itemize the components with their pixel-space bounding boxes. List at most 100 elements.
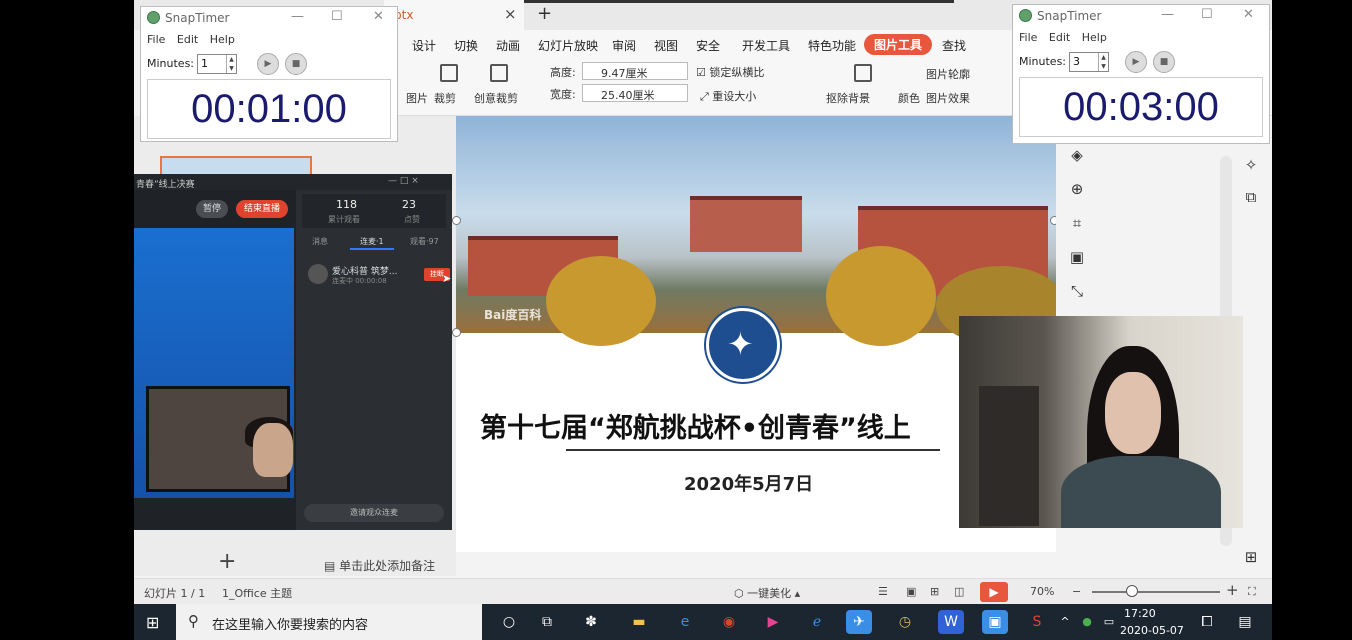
- beautify-button[interactable]: ⬡ 一键美化 ▴: [734, 585, 800, 601]
- sorter-view-icon[interactable]: ⊞: [930, 585, 939, 598]
- windows-start-icon[interactable]: ⊞: [146, 613, 159, 632]
- pause-button[interactable]: 暂停: [196, 200, 228, 218]
- live-window-controls[interactable]: — □ ×: [388, 176, 419, 186]
- color-button[interactable]: 颜色: [898, 90, 920, 106]
- menu-edit[interactable]: Edit: [177, 33, 198, 46]
- netease-music-icon[interactable]: ◉: [716, 610, 742, 634]
- slide-date[interactable]: 2020年5月7日: [684, 470, 813, 496]
- menu-features[interactable]: 特色功能: [808, 37, 856, 54]
- minutes-input[interactable]: 3 ▲ ▼: [1069, 52, 1109, 72]
- app-icon[interactable]: ✽: [578, 610, 604, 634]
- maximize-icon[interactable]: ☐: [331, 9, 343, 24]
- menu-animation[interactable]: 动画: [496, 37, 520, 54]
- reading-view-icon[interactable]: ◫: [954, 585, 964, 598]
- list-view-icon[interactable]: ☰: [878, 585, 888, 598]
- close-icon[interactable]: ✕: [373, 9, 384, 24]
- sogou-ime-icon[interactable]: S: [1024, 610, 1050, 634]
- end-live-button[interactable]: 结束直播: [236, 200, 288, 218]
- minutes-input[interactable]: 1 ▲ ▼: [197, 54, 237, 74]
- zoom-level[interactable]: 70%: [1030, 585, 1054, 598]
- lock-ratio-checkbox[interactable]: ☑ 锁定纵横比: [696, 64, 764, 80]
- new-tab-button[interactable]: +: [537, 3, 552, 24]
- invite-button[interactable]: 邀请观众连麦: [304, 504, 444, 522]
- resize-handle[interactable]: [452, 328, 461, 337]
- start-button[interactable]: ▶: [257, 53, 279, 75]
- menu-transition[interactable]: 切换: [454, 37, 478, 54]
- fit-window-icon[interactable]: ⛶: [1248, 585, 1256, 599]
- maximize-icon[interactable]: ☐: [1201, 7, 1213, 22]
- add-slide-button[interactable]: +: [218, 549, 236, 574]
- zoom-in-button[interactable]: +: [1226, 581, 1239, 599]
- stop-button[interactable]: ■: [285, 53, 307, 75]
- live-app-icon[interactable]: ▣: [982, 610, 1008, 634]
- menu-file[interactable]: File: [1019, 31, 1037, 44]
- start-button[interactable]: ▶: [1125, 51, 1147, 73]
- notes-area[interactable]: ▤ 单击此处添加备注: [324, 552, 1224, 576]
- menu-picture-tools[interactable]: 图片工具: [864, 34, 933, 55]
- tab-co-hosts[interactable]: 连麦·1: [360, 236, 384, 247]
- resize-handle[interactable]: [452, 216, 461, 225]
- document-tab[interactable]: ptx ×: [384, 0, 524, 30]
- normal-view-icon[interactable]: ▣: [906, 585, 916, 598]
- notification-icon[interactable]: ▤: [1232, 610, 1258, 634]
- layers-icon[interactable]: ◈: [1066, 146, 1088, 168]
- menu-review[interactable]: 审阅: [612, 37, 636, 54]
- picture-icon[interactable]: ▣: [1066, 248, 1088, 270]
- menu-design[interactable]: 设计: [412, 37, 436, 54]
- play-slideshow-button[interactable]: ▶: [980, 582, 1008, 602]
- menu-view[interactable]: 视图: [654, 37, 678, 54]
- menu-slideshow[interactable]: 幻灯片放映: [538, 37, 598, 54]
- pic-outline-button[interactable]: 图片轮廓: [926, 66, 970, 82]
- webcam-overlay[interactable]: [959, 316, 1243, 528]
- transform-icon[interactable]: ⤡: [1066, 282, 1088, 304]
- tab-messages[interactable]: 消息: [312, 236, 328, 247]
- minimize-icon[interactable]: —: [291, 9, 304, 24]
- network-icon[interactable]: ▭: [1096, 610, 1122, 634]
- width-input[interactable]: 25.40厘米: [582, 84, 688, 102]
- zoom-slider-knob[interactable]: [1126, 585, 1138, 597]
- ie-icon[interactable]: ℯ: [804, 610, 830, 634]
- grid-icon[interactable]: ⊞: [1240, 548, 1262, 570]
- stop-button[interactable]: ■: [1153, 51, 1175, 73]
- menu-help[interactable]: Help: [210, 33, 235, 46]
- zoom-icon[interactable]: ⊕: [1066, 180, 1088, 202]
- media-player-icon[interactable]: ▶: [760, 610, 786, 634]
- minutes-spinner[interactable]: ▲ ▼: [226, 55, 236, 73]
- clock-date[interactable]: 2020-05-07: [1120, 624, 1184, 637]
- menu-file[interactable]: File: [147, 33, 165, 46]
- task-view-icon[interactable]: ⧉: [534, 610, 560, 634]
- zoom-slider[interactable]: [1092, 591, 1220, 593]
- co-host-camera[interactable]: [146, 386, 293, 492]
- creative-crop-button[interactable]: 创意裁剪: [474, 90, 518, 106]
- picture-tool[interactable]: 图片: [406, 90, 428, 106]
- minimize-icon[interactable]: —: [1161, 7, 1174, 22]
- menu-help[interactable]: Help: [1082, 31, 1107, 44]
- menu-find[interactable]: 查找: [942, 37, 966, 54]
- pic-effect-button[interactable]: 图片效果: [926, 90, 970, 106]
- clock-time[interactable]: 17:20: [1124, 607, 1156, 620]
- slide-photo[interactable]: Bai度百科: [456, 116, 1056, 346]
- copy-icon[interactable]: ⧉: [1240, 188, 1262, 210]
- menu-edit[interactable]: Edit: [1049, 31, 1070, 44]
- zoom-out-button[interactable]: −: [1072, 585, 1081, 598]
- taskbar-search[interactable]: ⚲ 在这里输入你要搜索的内容: [176, 604, 482, 640]
- crop-icon[interactable]: ⌗: [1066, 214, 1088, 236]
- slide-title[interactable]: 第十七届“郑航挑战杯•创青春”线上: [480, 406, 911, 445]
- height-input[interactable]: 9.47厘米: [582, 62, 688, 80]
- minutes-spinner[interactable]: ▲ ▼: [1098, 53, 1108, 71]
- tab-viewers[interactable]: 观看·97: [410, 236, 439, 247]
- notes-tray-icon[interactable]: ⧠: [1194, 610, 1220, 634]
- file-explorer-icon[interactable]: ▬: [626, 610, 652, 634]
- menu-dev-tools[interactable]: 开发工具: [742, 37, 790, 54]
- edge-icon[interactable]: e: [672, 610, 698, 634]
- close-icon[interactable]: ✕: [1243, 7, 1254, 22]
- reset-size-button[interactable]: ⤢ 重设大小: [700, 88, 756, 104]
- wps-writer-icon[interactable]: W: [938, 610, 964, 634]
- close-tab-icon[interactable]: ×: [504, 5, 517, 23]
- snaptimer-taskbar-icon[interactable]: ◷: [892, 610, 918, 634]
- crop-button[interactable]: 裁剪: [434, 90, 456, 106]
- menu-security[interactable]: 安全: [696, 37, 720, 54]
- remove-bg-button[interactable]: 抠除背景: [826, 90, 870, 106]
- feishu-icon[interactable]: ✈: [846, 610, 872, 634]
- cortana-icon[interactable]: ○: [496, 610, 522, 634]
